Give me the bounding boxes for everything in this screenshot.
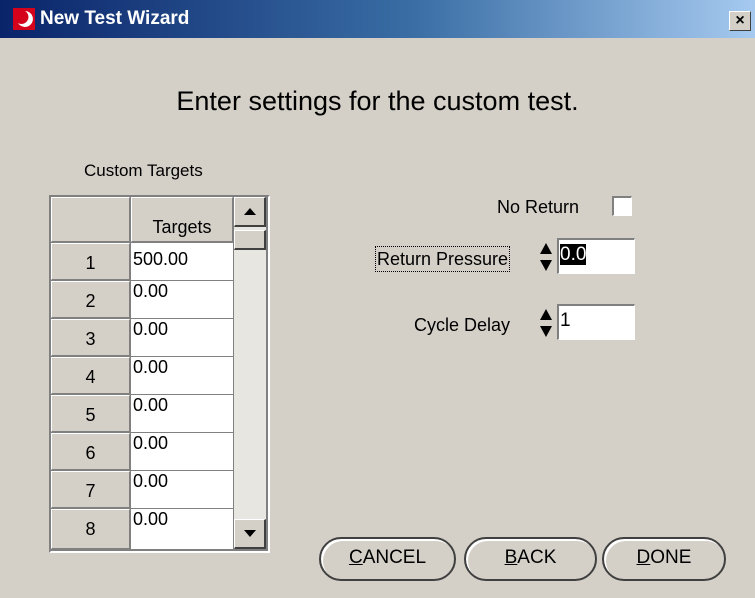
cycle-delay-label: Cycle Delay [414,315,511,335]
cancel-mnemonic: C [348,547,363,568]
custom-targets-grid: Targets 1 500.00 2 0.00 3 0.00 4 0.00 5 … [49,195,270,553]
spin-arrows-icon [540,243,552,271]
return-pressure-label: Return Pressure [374,246,511,272]
back-label: ACK [517,547,557,568]
row-header-8[interactable]: 8 [51,509,130,549]
targets-column-header: Targets [131,197,233,242]
done-label: ONE [650,547,692,568]
row-header-2[interactable]: 2 [51,281,130,318]
target-cell-6[interactable]: 0.00 [131,433,233,470]
back-button[interactable]: BACK [464,537,597,581]
target-cell-4[interactable]: 0.00 [131,357,233,394]
target-cell-3[interactable]: 0.00 [131,319,233,356]
arrow-down-icon [244,530,256,537]
cycle-delay-field[interactable]: 1 [557,304,635,340]
title-bar: New Test Wizard × [0,0,755,38]
custom-targets-label: Custom Targets [84,161,203,180]
wizard-window: New Test Wizard × Enter settings for the… [0,0,755,598]
back-mnemonic: B [504,547,518,568]
cancel-label: ANCEL [362,547,427,568]
no-return-label: No Return [497,197,580,217]
cycle-delay-spinner[interactable] [539,305,553,341]
done-button[interactable]: DONE [602,537,726,581]
target-cell-7[interactable]: 0.00 [131,471,233,508]
app-logo-icon [13,8,35,30]
row-header-5[interactable]: 5 [51,395,130,432]
scroll-thumb[interactable] [234,230,266,250]
return-pressure-field[interactable]: 0.0 [557,238,635,274]
scroll-up-button[interactable] [234,197,266,227]
target-cell-1[interactable]: 500.00 [131,243,233,280]
grid-corner-header [51,197,130,242]
grid-vertical-scrollbar[interactable] [234,197,266,549]
window-title: New Test Wizard [40,8,190,29]
return-pressure-spinner[interactable] [539,239,553,275]
target-cell-8[interactable]: 0.00 [131,509,233,549]
row-header-1[interactable]: 1 [51,243,130,280]
close-button[interactable]: × [729,11,751,31]
row-header-4[interactable]: 4 [51,357,130,394]
wizard-heading: Enter settings for the custom test. [176,86,579,116]
no-return-checkbox[interactable] [612,196,632,216]
target-cell-2[interactable]: 0.00 [131,281,233,318]
arrow-up-icon [244,208,256,215]
return-pressure-value: 0.0 [560,244,587,265]
scroll-down-button[interactable] [234,519,266,549]
row-header-3[interactable]: 3 [51,319,130,356]
row-header-7[interactable]: 7 [51,471,130,508]
spin-arrows-icon [540,309,552,337]
cycle-delay-value: 1 [560,310,571,331]
cancel-button[interactable]: CANCEL [319,537,456,581]
done-mnemonic: D [636,547,651,568]
target-cell-5[interactable]: 0.00 [131,395,233,432]
row-header-6[interactable]: 6 [51,433,130,470]
